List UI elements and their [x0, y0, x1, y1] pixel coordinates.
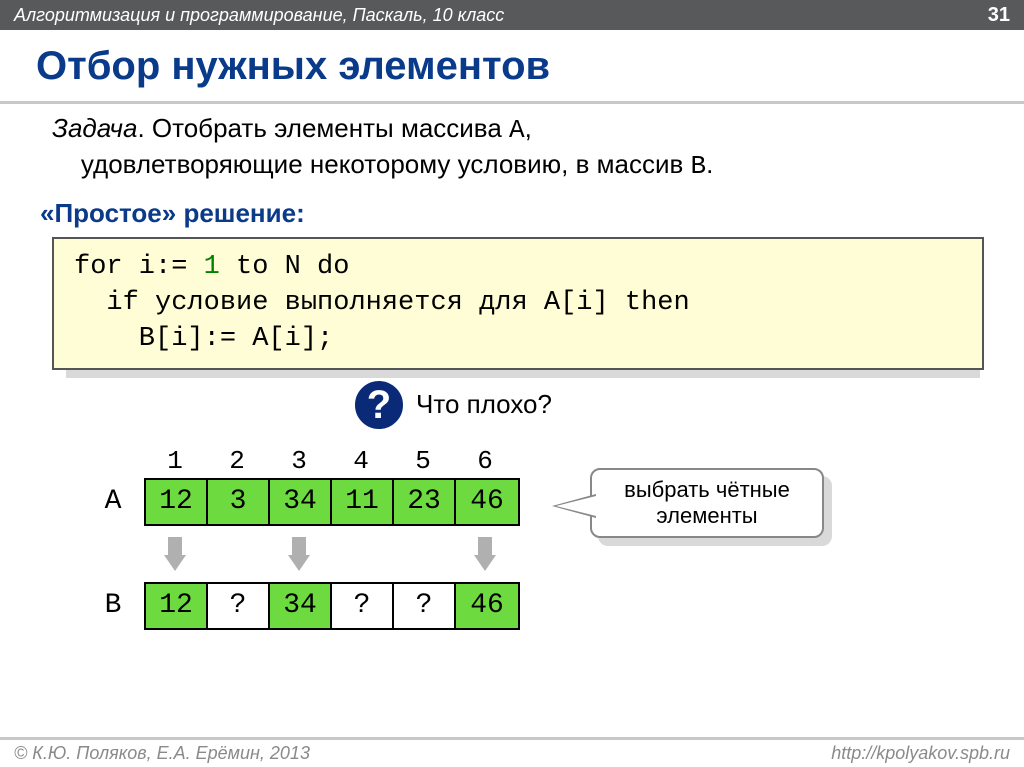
question-row: ? Что плохо? [352, 378, 984, 432]
arrows-row [144, 532, 984, 576]
cell: 34 [270, 480, 332, 524]
array-b-row: B 12 ? 34 ? ? 46 [82, 582, 984, 630]
task-label: Задача [52, 113, 137, 143]
idx: 6 [454, 446, 516, 476]
breadcrumb: Алгоритмизация и программирование, Паска… [14, 5, 504, 26]
slide-header: Алгоритмизация и программирование, Паска… [0, 0, 1024, 30]
array-a-row: A 12 3 34 11 23 46 выбрать чётные элемен… [82, 478, 984, 526]
cell: 46 [456, 480, 518, 524]
arrow-down-icon [288, 537, 310, 571]
code-highlight-1: 1 [204, 252, 220, 282]
array-a-cells: 12 3 34 11 23 46 [144, 478, 520, 526]
arrow-down-icon [474, 537, 496, 571]
footer-url: http://kpolyakov.spb.ru [831, 743, 1010, 764]
cell: ? [394, 584, 456, 628]
arrow-down-icon [164, 537, 186, 571]
task-text: Задача. Отобрать элементы массива A, удо… [52, 112, 984, 184]
code-block: for i:= 1 to N do if условие выполняется… [52, 237, 984, 370]
cell: 12 [146, 480, 208, 524]
array-b-cells: 12 ? 34 ? ? 46 [144, 582, 520, 630]
array-a-name: A [509, 115, 525, 145]
cell: 12 [146, 584, 208, 628]
callout-wrap: выбрать чётные элементы [590, 468, 824, 538]
cell: ? [208, 584, 270, 628]
cell: 23 [394, 480, 456, 524]
idx: 5 [392, 446, 454, 476]
copyright: © К.Ю. Поляков, Е.А. Ерёмин, 2013 [14, 743, 310, 764]
array-diagram: 1 2 3 4 5 6 A 12 3 34 11 23 46 выбрать ч… [82, 446, 984, 630]
code-box: for i:= 1 to N do if условие выполняется… [52, 237, 984, 370]
array-a-label: A [82, 486, 144, 517]
cell: ? [332, 584, 394, 628]
cell: 34 [270, 584, 332, 628]
idx: 3 [268, 446, 330, 476]
cell: 46 [456, 584, 518, 628]
slide-title: Отбор нужных элементов [0, 30, 1024, 104]
content: Задача. Отобрать элементы массива A, удо… [0, 104, 1024, 630]
question-text: Что плохо? [416, 389, 552, 420]
index-row: 1 2 3 4 5 6 [144, 446, 984, 476]
idx: 2 [206, 446, 268, 476]
cell: 3 [208, 480, 270, 524]
slide-footer: © К.Ю. Поляков, Е.А. Ерёмин, 2013 http:/… [0, 737, 1024, 767]
question-icon: ? [352, 378, 406, 432]
array-b-name: B [691, 151, 707, 181]
idx: 4 [330, 446, 392, 476]
cell: 11 [332, 480, 394, 524]
solution-label: «Простое» решение: [40, 198, 984, 229]
idx: 1 [144, 446, 206, 476]
callout: выбрать чётные элементы [590, 468, 824, 538]
page-number: 31 [988, 4, 1010, 27]
question-mark: ? [367, 385, 391, 425]
array-b-label: B [82, 590, 144, 621]
